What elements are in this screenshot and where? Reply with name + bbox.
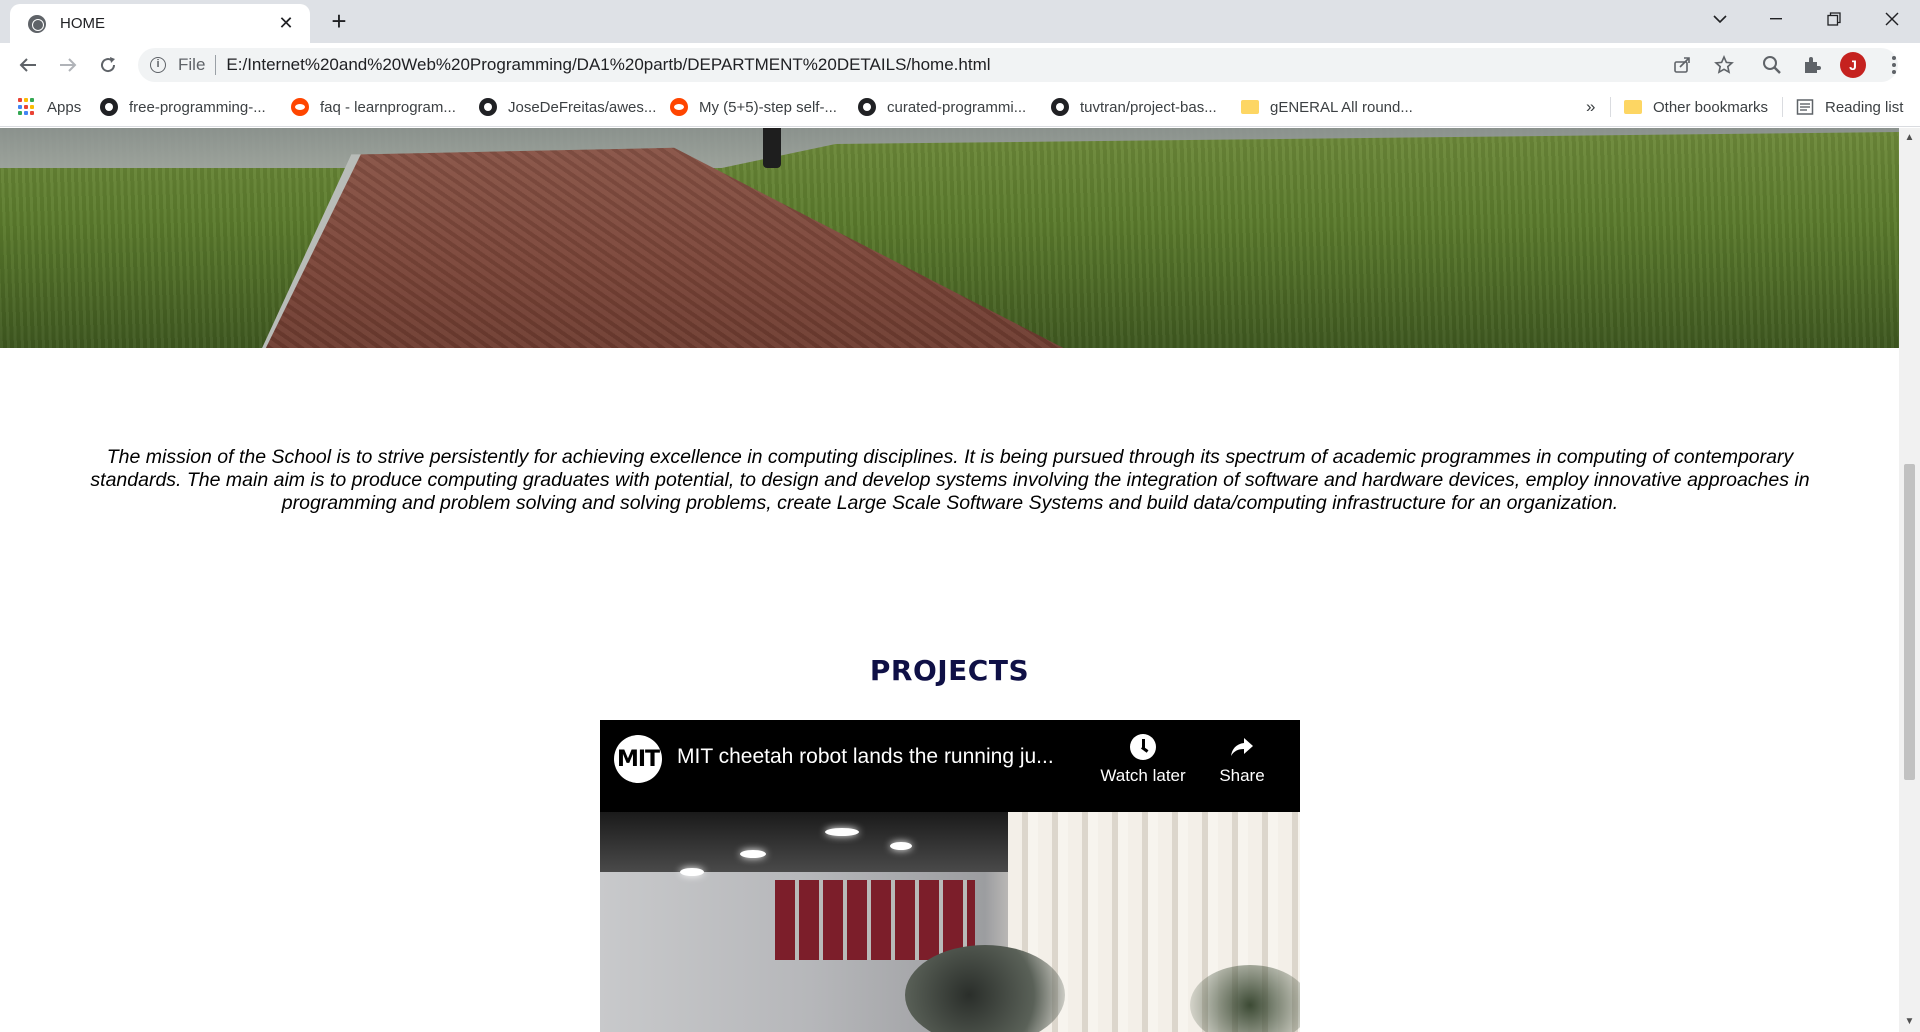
- ceiling-light: [680, 868, 704, 876]
- bookmark-item[interactable]: tuvtran/project-bas...: [1051, 87, 1217, 127]
- tab-home[interactable]: HOME ✕: [10, 4, 310, 43]
- apps-grid-icon: [18, 98, 36, 116]
- bookmark-item[interactable]: My (5+5)-step self-...: [670, 87, 837, 127]
- folder-icon: [1241, 100, 1259, 114]
- github-icon: [479, 98, 497, 116]
- youtube-video-embed[interactable]: MIT MIT cheetah robot lands the running …: [600, 720, 1300, 1032]
- channel-logo[interactable]: MIT: [614, 735, 662, 783]
- bookmarks-overflow-button[interactable]: »: [1586, 87, 1595, 127]
- close-window-button[interactable]: [1864, 0, 1920, 38]
- url-text[interactable]: E:/Internet%20and%20Web%20Programming/DA…: [226, 55, 990, 75]
- reload-button[interactable]: [92, 49, 124, 81]
- github-icon: [1051, 98, 1069, 116]
- profile-avatar[interactable]: J: [1840, 52, 1866, 78]
- title-bar: HOME ✕ +: [0, 0, 1920, 43]
- forward-button[interactable]: [52, 49, 84, 81]
- browser-toolbar: i File E:/Internet%20and%20Web%20Program…: [0, 43, 1920, 87]
- github-icon: [100, 98, 118, 116]
- video-top-bar: MIT MIT cheetah robot lands the running …: [600, 720, 1300, 812]
- bookmark-label: My (5+5)-step self-...: [699, 98, 837, 116]
- hero-image: [0, 128, 1899, 348]
- bookmark-label: gENERAL All round...: [1270, 98, 1413, 116]
- scroll-up-arrow-icon[interactable]: ▲: [1899, 130, 1920, 146]
- scroll-thumb[interactable]: [1904, 464, 1915, 780]
- share-arrow-icon: [1229, 734, 1255, 760]
- bookmark-apps[interactable]: Apps: [18, 87, 81, 127]
- url-scheme: File: [178, 55, 206, 74]
- share-button[interactable]: Share: [1192, 734, 1292, 786]
- reddit-icon: [670, 98, 688, 116]
- bookmark-label: free-programming-...: [129, 98, 266, 116]
- search-icon[interactable]: [1760, 53, 1784, 77]
- reading-list-icon: [1796, 98, 1814, 116]
- restore-button[interactable]: [1806, 0, 1862, 38]
- close-icon[interactable]: ✕: [276, 13, 296, 34]
- minimize-button[interactable]: [1748, 0, 1804, 38]
- share-label: Share: [1219, 766, 1265, 785]
- bookmark-label: Reading list: [1825, 98, 1904, 116]
- clock-icon: [1130, 734, 1156, 760]
- globe-icon: [28, 14, 46, 33]
- bookmark-label: curated-programmi...: [887, 98, 1027, 116]
- bookmarks-bar: Apps free-programming-... faq - learnpro…: [0, 87, 1920, 127]
- ceiling-light: [825, 828, 859, 836]
- folder-icon: [1624, 100, 1642, 114]
- bookmark-label: JoseDeFreitas/awes...: [508, 98, 657, 116]
- bookmark-label: Other bookmarks: [1653, 98, 1769, 116]
- tab-title: HOME: [60, 15, 105, 32]
- bookmark-star-icon[interactable]: [1712, 53, 1736, 77]
- bookmark-label: tuvtran/project-bas...: [1080, 98, 1217, 116]
- bookmark-label: faq - learnprogram...: [320, 98, 456, 116]
- extensions-icon[interactable]: [1800, 53, 1824, 77]
- new-tab-button[interactable]: +: [324, 6, 354, 36]
- bookmarks-divider: [1782, 97, 1783, 117]
- bookmark-label: Apps: [47, 98, 82, 116]
- back-button[interactable]: [12, 49, 44, 81]
- reddit-icon: [291, 98, 309, 116]
- info-icon[interactable]: i: [150, 57, 166, 73]
- watch-later-label: Watch later: [1100, 766, 1186, 785]
- page-viewport: The mission of the School is to strive p…: [0, 128, 1899, 1032]
- bookmark-item[interactable]: free-programming-...: [100, 87, 266, 127]
- share-page-icon[interactable]: [1670, 53, 1694, 77]
- video-title[interactable]: MIT cheetah robot lands the running ju..…: [677, 745, 1054, 769]
- page-scrollbar[interactable]: ▲ ▼: [1899, 128, 1920, 1032]
- bookmark-item[interactable]: curated-programmi...: [858, 87, 1026, 127]
- url-separator: [215, 55, 217, 75]
- address-bar[interactable]: i File E:/Internet%20and%20Web%20Program…: [138, 48, 1898, 82]
- video-ceiling: [600, 812, 1010, 872]
- watch-later-button[interactable]: Watch later: [1093, 734, 1193, 786]
- bookmark-other-bookmarks[interactable]: Other bookmarks: [1624, 87, 1768, 127]
- bookmark-item[interactable]: gENERAL All round...: [1241, 87, 1413, 127]
- bookmarks-divider: [1610, 97, 1611, 117]
- mission-statement: The mission of the School is to strive p…: [90, 446, 1810, 514]
- tab-search-chevron-icon[interactable]: [1692, 0, 1748, 38]
- ceiling-light: [890, 842, 912, 850]
- lamp-post: [763, 128, 781, 168]
- ceiling-light: [740, 850, 766, 858]
- scroll-down-arrow-icon[interactable]: ▼: [1899, 1014, 1920, 1030]
- bookmark-item[interactable]: JoseDeFreitas/awes...: [479, 87, 656, 127]
- github-icon: [858, 98, 876, 116]
- gym-banners: [775, 880, 975, 960]
- projects-heading: PROJECTS: [869, 654, 1030, 687]
- menu-kebab-icon[interactable]: [1882, 53, 1906, 77]
- bookmark-item[interactable]: faq - learnprogram...: [291, 87, 456, 127]
- bookmark-reading-list[interactable]: Reading list: [1796, 87, 1903, 127]
